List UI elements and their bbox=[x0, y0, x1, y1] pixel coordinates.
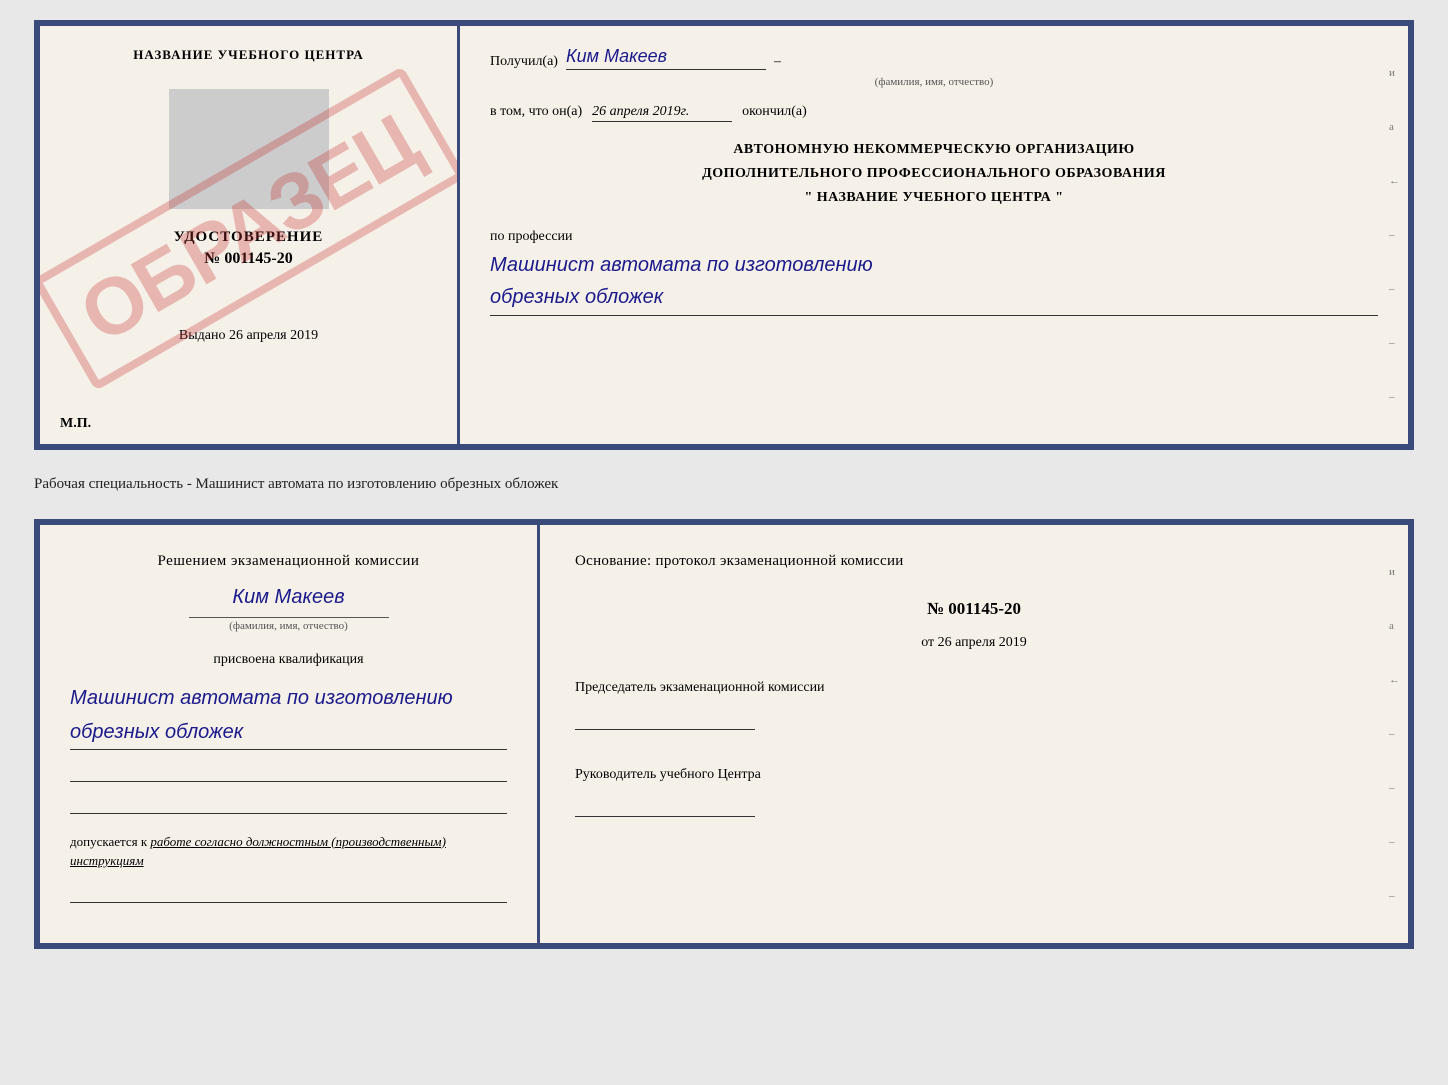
school-name-top: НАЗВАНИЕ УЧЕБНОГО ЦЕНТРА bbox=[133, 46, 364, 64]
right-side-marks: и а ← – – – – bbox=[1389, 26, 1400, 444]
kvalif-line2: обрезных обложек bbox=[70, 715, 507, 749]
poluchil-label: Получил(а) bbox=[490, 54, 558, 70]
avto-block: АВТОНОМНУЮ НЕКОММЕРЧЕСКУЮ ОРГАНИЗАЦИЮ ДО… bbox=[490, 138, 1378, 209]
dash: – bbox=[774, 54, 781, 70]
rukovoditel-label: Руководитель учебного Центра bbox=[575, 764, 1373, 785]
top-doc-left: НАЗВАНИЕ УЧЕБНОГО ЦЕНТРА УДОСТОВЕРЕНИЕ №… bbox=[40, 26, 460, 444]
fio-sub-top: (фамилия, имя, отчество) bbox=[490, 76, 1378, 88]
protocol-date: от 26 апреля 2019 bbox=[575, 635, 1373, 651]
kim-makeev-bottom: Ким Макеев bbox=[70, 586, 507, 609]
poluchil-name: Ким Макеев bbox=[566, 46, 766, 70]
resheniem-label: Решением экзаменационной комиссии bbox=[70, 550, 507, 573]
blank-line-1 bbox=[70, 758, 507, 782]
blank-line-3 bbox=[70, 879, 507, 903]
bottom-document: Решением экзаменационной комиссии Ким Ма… bbox=[34, 519, 1414, 949]
vydano-date: 26 апреля 2019 bbox=[229, 328, 318, 343]
vydano-label: Выдано bbox=[179, 328, 226, 343]
okonchil-label: окончил(а) bbox=[742, 104, 807, 120]
top-document: НАЗВАНИЕ УЧЕБНОГО ЦЕНТРА УДОСТОВЕРЕНИЕ №… bbox=[34, 20, 1414, 450]
osnovanie-label: Основание: протокол экзаменационной коми… bbox=[575, 550, 1373, 573]
profession-cursive-1: Машинист автомата по изготовлению bbox=[490, 249, 1378, 281]
predsedatel-sign-line bbox=[575, 706, 755, 730]
protocol-date-value: 26 апреля 2019 bbox=[938, 635, 1027, 650]
vtom-date: 26 апреля 2019г. bbox=[592, 104, 732, 122]
bottom-doc-left: Решением экзаменационной комиссии Ким Ма… bbox=[40, 525, 540, 943]
right-bottom-marks: и а ← – – – – bbox=[1389, 525, 1400, 943]
predsedatel-label: Председатель экзаменационной комиссии bbox=[575, 677, 1373, 698]
profession-cursive-2: обрезных обложек bbox=[490, 281, 1378, 313]
protocol-date-label: от bbox=[921, 635, 934, 650]
photo-placeholder bbox=[169, 89, 329, 209]
kvalif-line1: Машинист автомата по изготовлению bbox=[70, 681, 507, 715]
prisvoena-label: присвоена квалификация bbox=[70, 652, 507, 668]
fio-sub-bottom: (фамилия, имя, отчество) bbox=[189, 617, 389, 632]
poluchil-row: Получил(а) Ким Макеев – bbox=[490, 46, 1378, 70]
bottom-doc-right: Основание: протокол экзаменационной коми… bbox=[540, 525, 1408, 943]
mp-label: М.П. bbox=[60, 416, 91, 432]
rukovoditel-sign-line bbox=[575, 793, 755, 817]
predsedatel-block: Председатель экзаменационной комиссии bbox=[575, 677, 1373, 730]
top-doc-right: Получил(а) Ким Макеев – (фамилия, имя, о… bbox=[460, 26, 1408, 444]
middle-text: Рабочая специальность - Машинист автомат… bbox=[34, 468, 1414, 501]
profession-line1: Машинист автомата по изготовлению обрезн… bbox=[490, 249, 1378, 316]
vtom-row: в том, что он(а) 26 апреля 2019г. окончи… bbox=[490, 104, 1378, 122]
kvalif-cursive: Машинист автомата по изготовлению обрезн… bbox=[70, 681, 507, 750]
dopuskaetsya-block: допускается к работе согласно должностны… bbox=[70, 832, 507, 871]
avto-line2: ДОПОЛНИТЕЛЬНОГО ПРОФЕССИОНАЛЬНОГО ОБРАЗО… bbox=[490, 162, 1378, 186]
dopuskaetsya-label: допускается к bbox=[70, 834, 147, 849]
udostoverenie-label: УДОСТОВЕРЕНИЕ bbox=[174, 229, 324, 246]
protocol-number: № 001145-20 bbox=[575, 599, 1373, 619]
vtom-label: в том, что он(а) bbox=[490, 104, 582, 120]
avto-line1: АВТОНОМНУЮ НЕКОММЕРЧЕСКУЮ ОРГАНИЗАЦИЮ bbox=[490, 138, 1378, 162]
rukovoditel-block: Руководитель учебного Центра bbox=[575, 746, 1373, 817]
vydano-line: Выдано 26 апреля 2019 bbox=[179, 328, 318, 344]
cert-number: № 001145-20 bbox=[204, 250, 293, 268]
po-professii-label: по профессии bbox=[490, 229, 1378, 245]
avto-line3: " НАЗВАНИЕ УЧЕБНОГО ЦЕНТРА " bbox=[490, 186, 1378, 210]
blank-line-2 bbox=[70, 790, 507, 814]
